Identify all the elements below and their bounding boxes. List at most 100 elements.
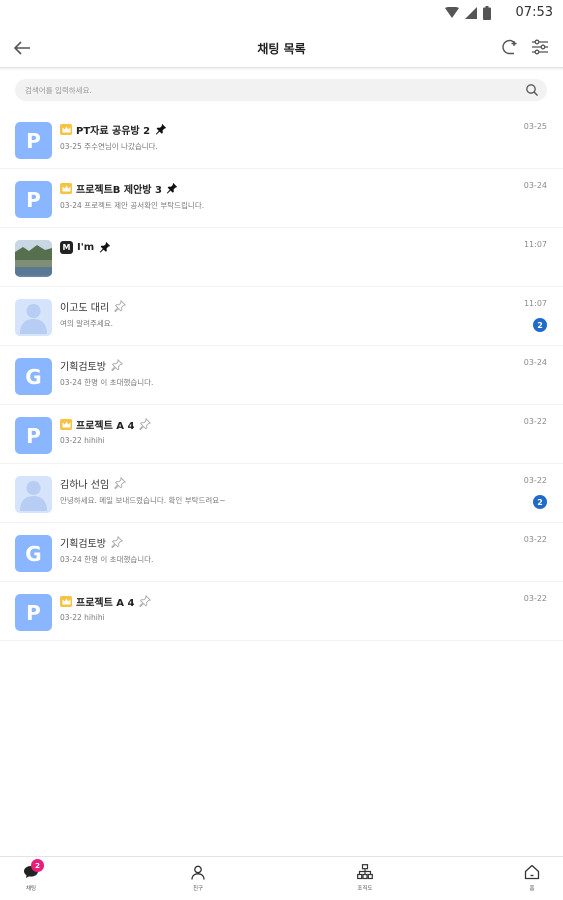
last-message-preview: 03-24 한명 이 초대했습니다. xyxy=(60,555,154,564)
status-time: 07:53 xyxy=(515,5,553,20)
last-message-preview: 03-25 주수연님이 나갔습니다. xyxy=(60,142,158,151)
status-icons xyxy=(445,6,491,20)
avatar[interactable] xyxy=(15,476,52,513)
last-message-time: 11:07 xyxy=(523,299,547,308)
search-bar xyxy=(15,79,547,101)
room-title-line: M I'm xyxy=(60,239,111,255)
pin-icon[interactable] xyxy=(98,241,111,254)
avatar-letter: G xyxy=(25,541,42,566)
pin-icon[interactable] xyxy=(113,477,126,490)
room-title-line: 김하나 선임 xyxy=(60,475,126,491)
nav-item-home[interactable]: 홈 xyxy=(512,863,552,897)
pin-icon[interactable] xyxy=(154,123,167,136)
pin-icon[interactable] xyxy=(138,418,151,431)
chat-room-row[interactable]: G 기획검토방 03-24 한명 이 초대했습니다. 03-22 xyxy=(0,523,563,582)
room-name: 이고도 대리 xyxy=(60,302,110,314)
chat-room-row[interactable]: P 프로젝트 A 4 03-22 hihihi 03-22 xyxy=(0,582,563,641)
avatar[interactable] xyxy=(15,240,52,277)
battery-icon xyxy=(483,6,491,20)
nav-item-org[interactable]: 조직도 xyxy=(345,863,385,897)
last-message-time: 03-22 xyxy=(523,417,547,426)
last-message-time: 03-24 xyxy=(523,181,547,190)
self-badge-icon: M xyxy=(60,240,73,254)
person-icon xyxy=(189,863,207,881)
crown-icon xyxy=(60,123,72,135)
search-icon[interactable] xyxy=(525,83,539,97)
status-bar: 07:53 xyxy=(0,0,563,28)
crown-icon xyxy=(60,418,72,430)
pin-icon[interactable] xyxy=(138,595,151,608)
room-title-line: 기획검토방 xyxy=(60,534,123,550)
chat-icon: 2 xyxy=(22,859,44,881)
room-title-line: 프로젝트 A 4 xyxy=(60,416,151,432)
signal-icon xyxy=(465,7,477,19)
chat-add-icon xyxy=(502,39,517,55)
room-name: PT자료 공유방 2 xyxy=(76,125,151,137)
room-title-line: 이고도 대리 xyxy=(60,298,126,314)
last-message-preview: 여의 알려주세요. xyxy=(60,319,114,328)
search-input[interactable] xyxy=(25,82,505,98)
chat-room-row[interactable]: 김하나 선임안녕하세요. 메일 보내드렸습니다. 확인 부탁드려요~ 03-22 2 xyxy=(0,464,563,523)
avatar[interactable]: P xyxy=(15,417,52,454)
avatar[interactable]: P xyxy=(15,181,52,218)
room-name: 기획검토방 xyxy=(60,361,106,373)
nav-chat-badge: 2 xyxy=(31,859,44,872)
last-message-preview: 03-22 hihihi xyxy=(60,436,105,445)
avatar-letter: P xyxy=(26,600,41,625)
chat-room-row[interactable]: P 프로젝트 A 4 03-22 hihihi 03-22 xyxy=(0,405,563,464)
pin-icon[interactable] xyxy=(110,536,123,549)
wifi-icon xyxy=(445,7,459,18)
room-name: I'm xyxy=(77,241,95,253)
last-message-preview: 안녕하세요. 메일 보내드렸습니다. 확인 부탁드려요~ xyxy=(60,496,226,505)
chat-room-row[interactable]: 이고도 대리여의 알려주세요. 11:07 2 xyxy=(0,287,563,346)
nav-label-chat: 채팅 xyxy=(25,886,37,892)
crown-icon xyxy=(60,595,72,607)
nav-item-friends[interactable]: 친구 xyxy=(178,863,218,897)
nav-label-org: 조직도 xyxy=(357,886,373,892)
chat-room-row[interactable]: P PT자료 공유방 2 03-25 주수연님이 나갔습니다. 03-25 xyxy=(0,110,563,169)
last-message-time: 03-24 xyxy=(523,358,547,367)
room-name: 프로젝트 A 4 xyxy=(76,597,135,609)
avatar-letter: P xyxy=(26,423,41,448)
avatar-letter: G xyxy=(25,364,42,389)
avatar[interactable]: P xyxy=(15,594,52,631)
avatar[interactable]: P xyxy=(15,122,52,159)
avatar[interactable] xyxy=(15,299,52,336)
last-message-time: 03-22 xyxy=(523,535,547,544)
default-profile-icon xyxy=(15,476,52,513)
last-message-time: 11:07 xyxy=(523,240,547,249)
org-chart-icon xyxy=(356,863,374,881)
pin-icon[interactable] xyxy=(166,182,179,195)
header-divider xyxy=(0,67,563,71)
page-title: 채팅 목록 xyxy=(257,42,306,56)
nav-label-friends: 친구 xyxy=(192,886,204,892)
room-title-line: PT자료 공유방 2 xyxy=(60,121,167,137)
unread-count-badge: 2 xyxy=(533,318,547,332)
pin-icon[interactable] xyxy=(113,300,126,313)
chat-room-row[interactable]: M I'm 11:07 xyxy=(0,228,563,287)
last-message-preview: 03-22 hihihi xyxy=(60,613,105,622)
sliders-icon xyxy=(532,39,548,55)
app-header: 채팅 목록 xyxy=(0,28,563,68)
crown-icon xyxy=(60,182,72,194)
chat-list-screen: 07:53 채팅 목록 P PT자료 공유방 2 03-25 주수연님이 나갔습니다… xyxy=(0,0,563,900)
avatar-letter: P xyxy=(26,128,41,153)
chat-list: P PT자료 공유방 2 03-25 주수연님이 나갔습니다. 03-25 P 프로젝트B… xyxy=(0,110,563,641)
avatar[interactable]: G xyxy=(15,358,52,395)
chat-room-row[interactable]: P 프로젝트B 제안방 3 03-24 프로젝트 제안 공서확인 부탁드립니다. 03… xyxy=(0,169,563,228)
last-message-preview: 03-24 한명 이 초대했습니다. xyxy=(60,378,154,387)
nav-item-chat[interactable]: 2 채팅 xyxy=(11,859,51,897)
last-message-time: 03-25 xyxy=(523,122,547,131)
avatar-letter: P xyxy=(26,187,41,212)
room-name: 기획검토방 xyxy=(60,538,106,550)
default-profile-icon xyxy=(15,299,52,336)
pin-icon[interactable] xyxy=(110,359,123,372)
last-message-time: 03-22 xyxy=(523,476,547,485)
room-title-line: 프로젝트B 제안방 3 xyxy=(60,180,179,196)
new-chat-button[interactable] xyxy=(499,36,521,58)
unread-count-badge: 2 xyxy=(533,495,547,509)
avatar[interactable]: G xyxy=(15,535,52,572)
home-icon xyxy=(523,863,541,881)
chat-room-row[interactable]: G 기획검토방 03-24 한명 이 초대했습니다. 03-24 xyxy=(0,346,563,405)
settings-button[interactable] xyxy=(529,36,551,58)
